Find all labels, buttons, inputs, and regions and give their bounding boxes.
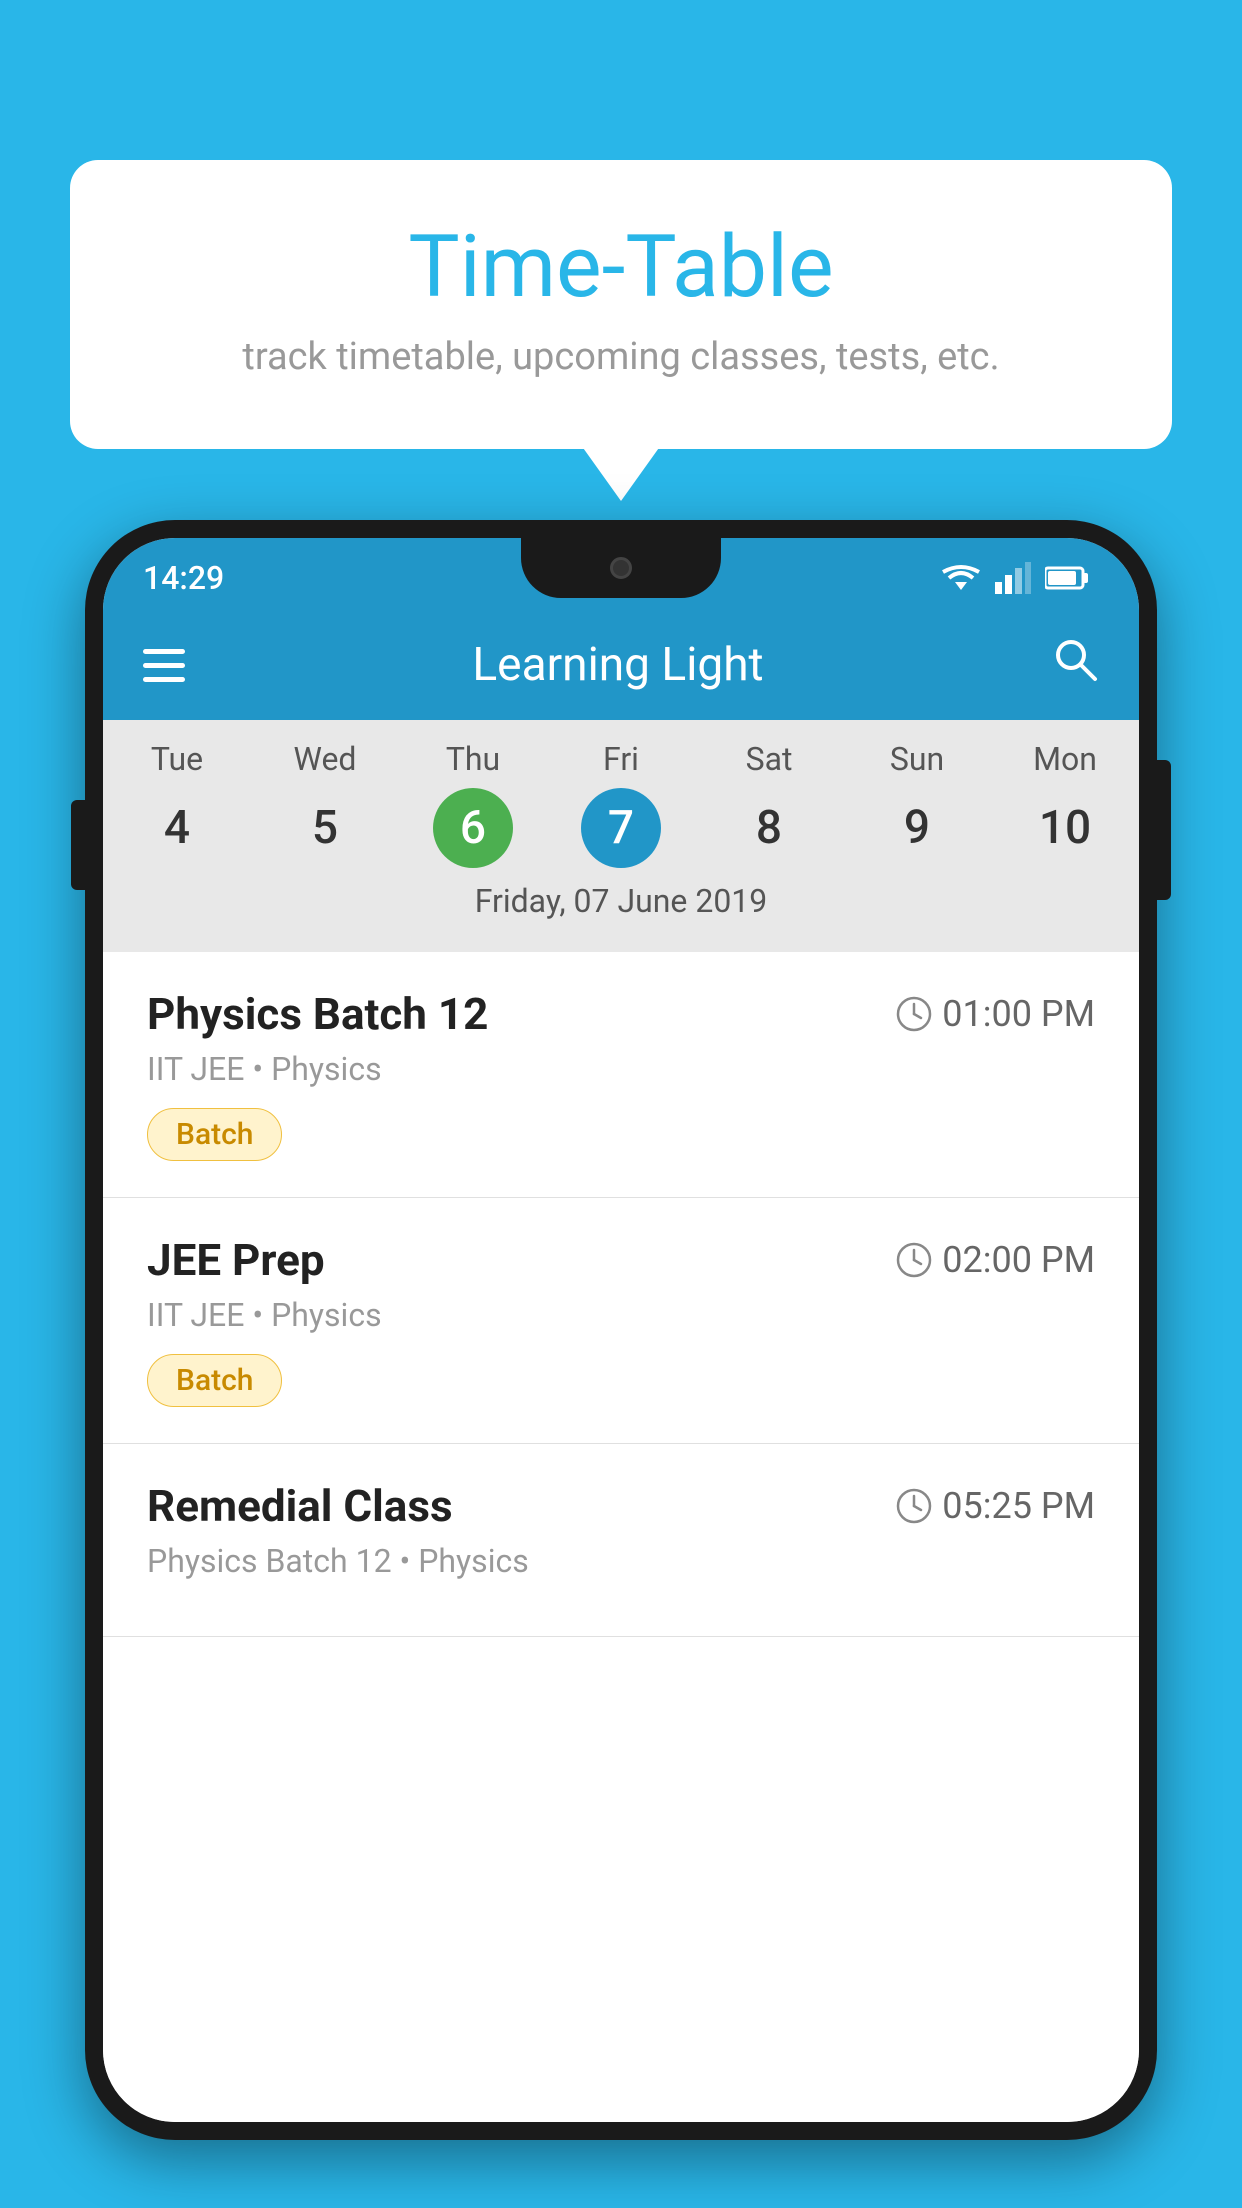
selected-date-label: Friday, 07 June 2019 xyxy=(103,868,1139,938)
bubble-title: Time-Table xyxy=(150,220,1092,315)
app-bar: Learning Light xyxy=(103,610,1139,720)
class-name-1: Physics Batch 12 xyxy=(147,988,488,1040)
day-name-fri: Fri xyxy=(547,740,695,778)
clock-icon-2 xyxy=(896,1242,932,1278)
day-6-today[interactable]: 6 xyxy=(433,788,513,868)
class-item-3-header: Remedial Class 05:25 PM xyxy=(147,1480,1095,1532)
class-item-2[interactable]: JEE Prep 02:00 PM IIT JEE • Physics Batc… xyxy=(103,1198,1139,1444)
day-9[interactable]: 9 xyxy=(843,788,991,868)
signal-icon xyxy=(995,562,1031,594)
class-time-3: 05:25 PM xyxy=(896,1485,1095,1527)
phone-screen: 14:29 xyxy=(103,538,1139,2122)
class-meta-2: IIT JEE • Physics xyxy=(147,1296,1095,1334)
day-name-thu: Thu xyxy=(399,740,547,778)
menu-line-1 xyxy=(143,649,185,654)
batch-badge-2: Batch xyxy=(147,1354,282,1407)
day-8[interactable]: 8 xyxy=(695,788,843,868)
day-name-sat: Sat xyxy=(695,740,843,778)
class-name-2: JEE Prep xyxy=(147,1234,325,1286)
class-meta-3: Physics Batch 12 • Physics xyxy=(147,1542,1095,1580)
menu-line-2 xyxy=(143,663,185,668)
status-time: 14:29 xyxy=(143,559,224,597)
class-item-3[interactable]: Remedial Class 05:25 PM Physics Batch 12… xyxy=(103,1444,1139,1637)
class-list: Physics Batch 12 01:00 PM IIT JEE • Phys… xyxy=(103,952,1139,2122)
class-item-1[interactable]: Physics Batch 12 01:00 PM IIT JEE • Phys… xyxy=(103,952,1139,1198)
app-title: Learning Light xyxy=(215,638,1021,692)
day-names-row: Tue Wed Thu Fri Sat Sun Mon xyxy=(103,740,1139,778)
day-10[interactable]: 10 xyxy=(991,788,1139,868)
day-4[interactable]: 4 xyxy=(103,788,251,868)
day-name-tue: Tue xyxy=(103,740,251,778)
class-time-2: 02:00 PM xyxy=(896,1239,1095,1281)
class-item-2-header: JEE Prep 02:00 PM xyxy=(147,1234,1095,1286)
day-name-sun: Sun xyxy=(843,740,991,778)
speech-bubble-container: Time-Table track timetable, upcoming cla… xyxy=(70,160,1172,449)
menu-line-3 xyxy=(143,677,185,682)
search-button[interactable] xyxy=(1051,635,1099,695)
calendar-strip: Tue Wed Thu Fri Sat Sun Mon 4 5 6 7 8 9 … xyxy=(103,720,1139,952)
wifi-icon xyxy=(941,562,981,594)
day-5[interactable]: 5 xyxy=(251,788,399,868)
clock-icon-1 xyxy=(896,996,932,1032)
front-camera xyxy=(610,557,632,579)
menu-icon[interactable] xyxy=(143,649,185,682)
day-name-mon: Mon xyxy=(991,740,1139,778)
class-name-3: Remedial Class xyxy=(147,1480,453,1532)
clock-icon-3 xyxy=(896,1488,932,1524)
class-time-1: 01:00 PM xyxy=(896,993,1095,1035)
battery-icon xyxy=(1045,564,1089,592)
speech-bubble: Time-Table track timetable, upcoming cla… xyxy=(70,160,1172,449)
class-meta-1: IIT JEE • Physics xyxy=(147,1050,1095,1088)
day-7-selected[interactable]: 7 xyxy=(581,788,661,868)
phone-container: 14:29 xyxy=(85,520,1157,2208)
phone-outer: 14:29 xyxy=(85,520,1157,2140)
phone-notch xyxy=(521,538,721,598)
class-item-1-header: Physics Batch 12 01:00 PM xyxy=(147,988,1095,1040)
day-name-wed: Wed xyxy=(251,740,399,778)
day-numbers-row: 4 5 6 7 8 9 10 xyxy=(103,788,1139,868)
batch-badge-1: Batch xyxy=(147,1108,282,1161)
bubble-subtitle: track timetable, upcoming classes, tests… xyxy=(150,335,1092,379)
status-icons xyxy=(941,562,1089,594)
